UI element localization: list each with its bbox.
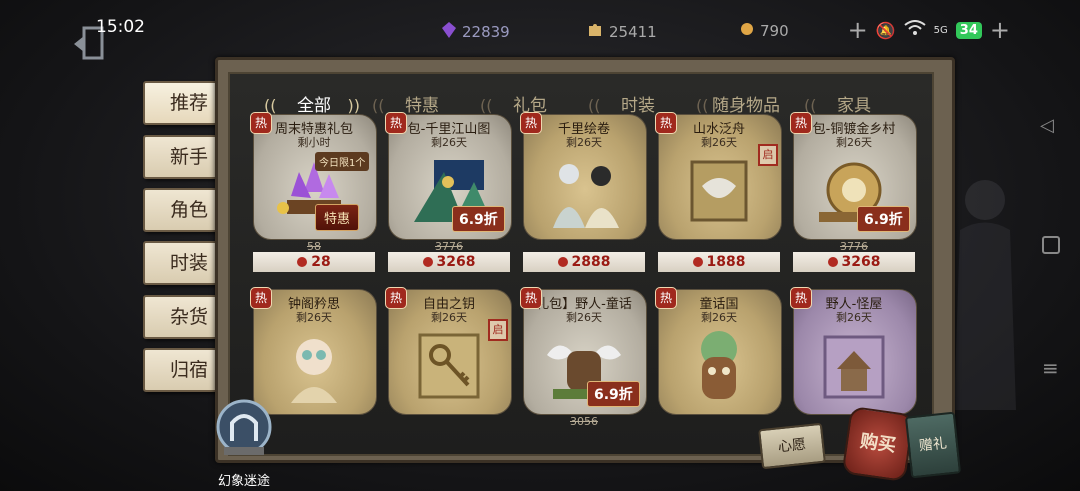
item-remaining: 剩26天 [566,136,602,149]
home-nav-icon[interactable] [1042,236,1060,254]
add-icon[interactable]: + [990,16,1010,44]
wifi-icon [904,20,926,40]
status-bar: 15:02 22839 25411 790 + 🔕 5G 34 + [0,0,1080,60]
hot-badge: 热 [520,112,542,134]
clock-time: 15:02 [96,17,145,37]
item-remaining: 剩26天 [701,311,737,324]
hot-badge: 热 [655,112,677,134]
illusion-maze-icon[interactable] [212,395,276,457]
discount-badge: 6.9折 [452,206,505,232]
hot-badge: 热 [385,287,407,309]
original-price: 3056 [570,415,598,428]
price-tag: 1888 [658,252,780,272]
puzzle-count: 25411 [609,23,657,41]
seal-stamp: 启 [488,319,508,341]
item-card[interactable]: 热 包-铜镀金乡村 剩26天 6.9折 3776 3268 [790,112,917,282]
hot-badge: 热 [250,112,272,134]
android-nav-bar: ◁ ≡ [1020,60,1080,491]
menu-nav-icon[interactable]: ≡ [1042,356,1059,380]
hot-badge: 热 [520,287,542,309]
illusion-maze-label: 幻象迷途 [217,474,270,489]
hut-art [823,335,885,399]
system-icons: + 🔕 5G 34 + [848,16,1010,44]
key-art [418,333,480,399]
buy-button[interactable]: 购买 [841,405,915,483]
item-remaining: 剩26天 [296,311,332,324]
seal-stamp: 启 [758,144,778,166]
gem-balance: 22839 [442,22,510,42]
coin-icon [740,22,754,40]
price-tag: 28 [253,252,375,272]
item-remaining: 剩26天 [836,311,872,324]
item-card[interactable]: 热 千里绘卷 剩26天 2888 [520,112,647,282]
item-card[interactable]: 热 礼包】野人-童话 剩26天 6.9折 3056 [520,287,647,457]
limit-badge: 今日限1个 [315,152,370,171]
item-remaining: 剩26天 [566,311,602,324]
mask-art [690,160,748,222]
doll-art [291,339,337,403]
price-tag: 3268 [793,252,915,272]
item-remaining: 剩26天 [431,136,467,149]
hot-badge: 热 [250,287,272,309]
gem-count: 22839 [462,23,510,41]
back-nav-icon[interactable]: ◁ [1040,115,1054,136]
item-card[interactable]: 热 周末特惠礼包 剩小时 今日限1个 特惠 58 28 [250,112,377,282]
hot-badge: 热 [385,112,407,134]
wishlist-button[interactable]: 心愿 [758,422,826,470]
tree-art [701,331,737,399]
discount-badge: 6.9折 [587,381,640,407]
item-remaining: 剩小时 [297,136,331,149]
special-offer-badge: 特惠 [315,204,360,231]
signal-label: 5G [933,24,948,36]
puzzle-balance: 25411 [587,22,657,42]
coin-balance: 790 [740,22,789,40]
figures-art [553,164,619,228]
background-figure [950,170,1020,420]
price-tag: 2888 [523,252,645,272]
gift-button[interactable]: 赠礼 [904,411,962,479]
gem-icon [442,22,456,42]
puzzle-icon [587,22,603,42]
price-tag: 3268 [388,252,510,272]
item-card[interactable]: 热 自由之钥 剩26天 启 [385,287,512,457]
battery-icon: 34 [955,21,982,39]
hot-badge: 热 [655,287,677,309]
item-card[interactable]: 热 包-千里江山图 剩26天 6.9折 3776 3268 [385,112,512,282]
add-icon[interactable]: + [848,16,868,44]
item-remaining: 剩26天 [836,136,872,149]
item-card[interactable]: 热 山水泛舟 剩26天 启 1888 [655,112,782,282]
coin-count: 790 [760,22,789,40]
mute-icon: 🔕 [875,20,896,40]
hot-badge: 热 [790,112,812,134]
discount-badge: 6.9折 [857,206,910,232]
hot-badge: 热 [790,287,812,309]
